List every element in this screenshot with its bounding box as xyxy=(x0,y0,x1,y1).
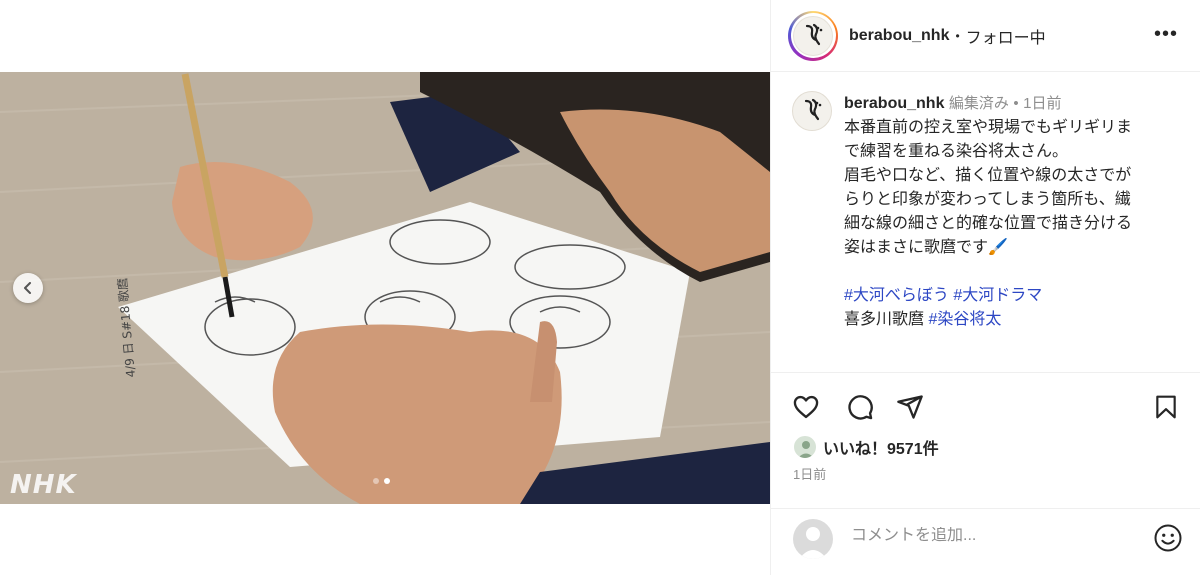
caption-line: らりと印象が変わってしまう箇所も、繊 xyxy=(844,191,1131,208)
post-photo[interactable]: 4/9 日 S#18 歌麿 xyxy=(0,72,770,504)
liker-avatar xyxy=(793,435,817,459)
comment-box xyxy=(771,508,1200,575)
post-header: berabou_nhk • フォロー中 ••• xyxy=(771,0,1200,72)
caption-last-line: 喜多川歌麿 #染谷将太 xyxy=(844,308,1184,332)
heart-icon xyxy=(793,395,819,419)
caption-line: 姿はまさに歌麿です🖌️ xyxy=(844,239,1008,256)
post-time[interactable]: 1日前 xyxy=(793,464,826,483)
comment-button[interactable] xyxy=(845,393,875,426)
emoji-button[interactable] xyxy=(1153,523,1183,558)
like-button[interactable] xyxy=(791,393,821,426)
caption-line: 眉毛や口など、描く位置や線の太さでが xyxy=(844,167,1132,184)
brand-logo-icon xyxy=(805,23,823,45)
person-icon xyxy=(799,527,827,559)
caption-time[interactable]: 1日前 xyxy=(1023,95,1061,112)
avatar xyxy=(793,15,833,56)
caption-body: berabou_nhk 編集済み • 1日前 本番直前の控え室や現場でもギリギリ… xyxy=(844,92,1184,332)
caption-edited: 編集済み xyxy=(948,95,1009,112)
carousel-prev-button[interactable] xyxy=(13,273,43,303)
caption-meta-line: berabou_nhk 編集済み • 1日前 xyxy=(844,92,1184,116)
smiley-icon xyxy=(1154,524,1182,552)
comment-input[interactable] xyxy=(851,527,1111,545)
brand-logo-icon xyxy=(804,98,822,121)
carousel-dots xyxy=(373,478,390,484)
hashtag-link[interactable]: #染谷将太 xyxy=(928,311,1001,328)
story-ring[interactable] xyxy=(788,10,838,61)
follow-status[interactable]: フォロー中 xyxy=(966,24,1046,48)
likes-row[interactable]: いいね！9571件 xyxy=(793,435,939,459)
caption-line: 細な線の細さと的確な位置で描き分ける xyxy=(844,215,1133,232)
carousel-dot-active[interactable] xyxy=(384,478,390,484)
action-bar: いいね！9571件 1日前 xyxy=(771,372,1200,482)
save-button[interactable] xyxy=(1153,393,1179,426)
chevron-left-icon xyxy=(24,282,31,294)
more-options-button[interactable]: ••• xyxy=(1154,24,1178,44)
photo-illustration: 4/9 日 S#18 歌麿 xyxy=(0,72,770,504)
post-side-panel: berabou_nhk • フォロー中 ••• berabou_nhk 編集済み… xyxy=(770,0,1200,575)
post-media: 4/9 日 S#18 歌麿 NHK xyxy=(0,0,770,575)
carousel-dot[interactable] xyxy=(373,478,379,484)
bookmark-icon xyxy=(1156,395,1176,419)
header-separator: • xyxy=(955,28,960,43)
caption-line: 本番直前の控え室や現場でもギリギリま xyxy=(844,119,1133,136)
caption-dot: • xyxy=(1013,95,1019,112)
comment-icon xyxy=(848,395,873,420)
hashtag-link[interactable]: #大河ドラマ xyxy=(953,287,1042,304)
share-button[interactable] xyxy=(896,393,924,426)
person-icon xyxy=(798,441,814,458)
header-username[interactable]: berabou_nhk xyxy=(849,27,949,45)
caption-section: berabou_nhk 編集済み • 1日前 本番直前の控え室や現場でもギリギリ… xyxy=(771,72,1200,372)
caption-avatar[interactable] xyxy=(792,91,832,131)
caption-line: で練習を重ねる染谷将太さん。 xyxy=(844,143,1069,160)
hashtag-line: #大河べらぼう #大河ドラマ xyxy=(844,284,1184,308)
caption-text: 喜多川歌麿 xyxy=(844,311,925,328)
hashtag-link[interactable]: #大河べらぼう xyxy=(844,287,949,304)
current-user-avatar xyxy=(793,519,833,559)
likes-count[interactable]: いいね！9571件 xyxy=(823,435,939,459)
caption-username[interactable]: berabou_nhk xyxy=(844,95,944,112)
nhk-watermark: NHK xyxy=(10,470,77,500)
share-icon xyxy=(897,395,923,419)
